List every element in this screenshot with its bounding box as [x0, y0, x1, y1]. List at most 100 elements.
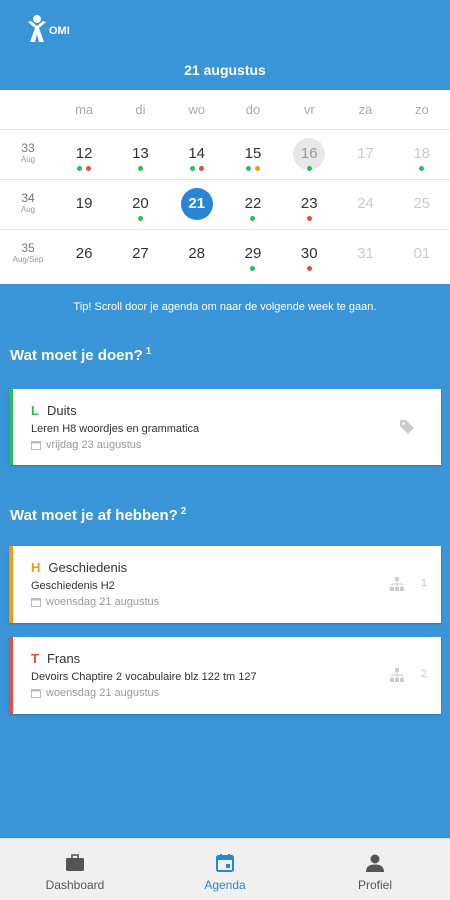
subject-letter: H: [31, 560, 41, 575]
day-name: wo: [188, 102, 205, 117]
card-subject: T Frans: [31, 651, 80, 666]
task-dots: [169, 166, 225, 171]
task-dot: [306, 266, 312, 271]
logo-icon: [28, 15, 46, 42]
card-date-text: woensdag 21 augustus: [46, 687, 160, 699]
section-count: 1: [145, 346, 152, 357]
day-number: 21: [180, 188, 213, 220]
day-name: za: [358, 102, 373, 117]
app-logo: OMI: [26, 12, 78, 46]
card-description: Leren H8 woordjes en grammatica: [31, 423, 200, 435]
tag-icon[interactable]: [399, 419, 415, 435]
selected-date-title: 21 augustus: [184, 62, 266, 78]
day-name: zo: [414, 102, 429, 117]
tree-icon: [390, 668, 404, 682]
day-cell[interactable]: 17: [337, 130, 393, 179]
day-cell[interactable]: 15: [225, 130, 281, 179]
calendar-icon: [216, 854, 234, 872]
week-number-value: 35: [21, 241, 35, 255]
nav-label: Agenda: [204, 878, 246, 892]
subject-name: Geschiedenis: [48, 560, 128, 575]
card-date-text: woensdag 21 augustus: [46, 596, 160, 608]
day-number: 25: [413, 195, 431, 212]
day-cell[interactable]: 24: [337, 180, 393, 229]
day-number: 31: [357, 245, 374, 262]
task-dots: [112, 216, 168, 221]
task-dots: [394, 166, 450, 171]
task-card[interactable]: L Duits Leren H8 woordjes en grammatica v…: [9, 389, 441, 465]
subject-name: Frans: [46, 651, 81, 666]
week-month: Aug/Sep: [12, 255, 44, 264]
day-cell[interactable]: 20: [112, 180, 168, 229]
week-row: 35 Aug/Sep 26 27 28 29 30 31 01: [0, 230, 450, 280]
tip-text: Tip! Scroll door je agenda om naar de vo…: [73, 301, 377, 313]
day-number: 01: [413, 245, 431, 262]
task-card[interactable]: T Frans Devoirs Chaptire 2 vocabulaire bl…: [9, 637, 441, 714]
task-dot: [245, 166, 251, 171]
task-dot: [250, 216, 256, 221]
day-cell[interactable]: 28: [169, 230, 225, 280]
nav-profiel[interactable]: Profiel: [300, 839, 450, 900]
day-cell[interactable]: 30: [281, 230, 337, 280]
day-cell[interactable]: 19: [56, 180, 112, 229]
card-date-text: vrijdag 23 augustus: [46, 439, 142, 451]
week-number-value: 34: [21, 191, 35, 205]
day-name: ma: [75, 102, 94, 117]
day-cell[interactable]: 31: [337, 230, 393, 280]
task-dot: [306, 216, 312, 221]
day-cell[interactable]: 26: [56, 230, 112, 280]
briefcase-icon: [66, 854, 84, 871]
day-number: 27: [132, 245, 149, 262]
card-date: woensdag 21 augustus: [31, 596, 159, 608]
day-cell[interactable]: 01: [394, 230, 450, 280]
task-dots: [225, 266, 281, 271]
nav-label: Dashboard: [45, 878, 105, 892]
week-number: 35 Aug/Sep: [0, 230, 56, 280]
day-name: do: [245, 102, 261, 117]
day-cell[interactable]: 14: [169, 130, 225, 179]
section-count: 2: [180, 506, 187, 517]
task-dots: [112, 166, 168, 171]
logo-text: OMI: [49, 25, 70, 37]
nav-agenda[interactable]: Agenda: [150, 839, 300, 900]
subject-letter: L: [31, 403, 39, 418]
task-card[interactable]: H Geschiedenis Geschiedenis H2 woensdag 2…: [9, 546, 441, 623]
day-cell[interactable]: 16: [281, 130, 337, 179]
day-cell[interactable]: 23: [281, 180, 337, 229]
week-rows: 33 Aug 12 13 14 15 16 17 18 34 Aug 19 20 21 22 23 24 25 35…: [0, 130, 450, 280]
day-number: 26: [75, 245, 93, 262]
day-name: di: [135, 102, 146, 117]
task-dot: [250, 266, 256, 271]
card-description: Geschiedenis H2: [31, 580, 115, 592]
task-dot: [189, 166, 195, 171]
day-cell[interactable]: 27: [112, 230, 168, 280]
section-title-done: Wat moet je af hebben? 2: [10, 506, 186, 524]
task-dot: [77, 166, 83, 171]
tree-icon: [390, 577, 404, 591]
card-date: woensdag 21 augustus: [31, 687, 159, 699]
section-title-text: Wat moet je doen?: [10, 347, 143, 364]
day-cell[interactable]: 29: [225, 230, 281, 280]
day-cell[interactable]: 22: [225, 180, 281, 229]
day-cell[interactable]: 13: [112, 130, 168, 179]
task-dots: [225, 166, 281, 171]
card-subject: L Duits: [31, 403, 77, 418]
day-cell[interactable]: 12: [56, 130, 112, 179]
day-name-row: ma di wo do vr za zo: [0, 90, 450, 130]
calendar-small-icon: [31, 689, 41, 698]
day-cell[interactable]: 18: [394, 130, 450, 179]
task-dot: [419, 166, 425, 171]
week-month: Aug: [20, 155, 36, 164]
bottom-nav: Dashboard Agenda Profiel: [0, 838, 450, 900]
submission-count: 2: [420, 668, 427, 680]
week-row: 33 Aug 12 13 14 15 16 17 18: [0, 130, 450, 180]
nav-dashboard[interactable]: Dashboard: [0, 839, 150, 900]
task-dots: [281, 216, 337, 221]
task-dots: [56, 166, 112, 171]
day-cell[interactable]: 25: [394, 180, 450, 229]
header: OMI 21 augustus: [0, 0, 450, 90]
day-cell[interactable]: 21: [169, 180, 225, 229]
day-number: 17: [357, 145, 374, 162]
card-description: Devoirs Chaptire 2 vocabulaire blz 122 t…: [31, 671, 257, 683]
section-title-text: Wat moet je af hebben?: [10, 507, 178, 524]
